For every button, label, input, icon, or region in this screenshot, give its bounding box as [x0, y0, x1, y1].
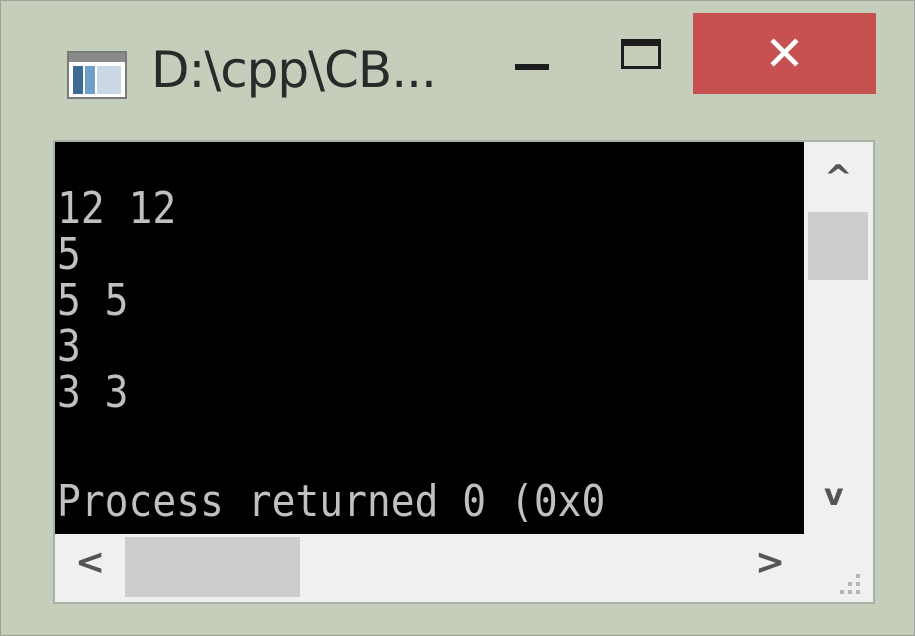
console-line: 5 [57, 229, 81, 280]
close-icon: ✕ [764, 25, 805, 82]
console-line: 3 [57, 321, 81, 372]
scroll-up-icon[interactable]: ^ [824, 158, 853, 198]
console-output[interactable]: 12 12 5 5 5 3 3 3 Process returned 0 (0x… [55, 142, 804, 534]
maximize-icon [621, 39, 661, 69]
horizontal-scroll-thumb[interactable] [125, 537, 300, 597]
console-line: Process returned 0 (0x0 [57, 476, 606, 527]
maximize-button[interactable] [613, 31, 673, 81]
vertical-scroll-thumb[interactable] [808, 212, 868, 280]
close-button[interactable]: ✕ [693, 13, 876, 94]
scroll-left-icon[interactable]: < [75, 542, 105, 583]
horizontal-scrollbar[interactable]: < > [55, 534, 804, 602]
console-line: 5 5 [57, 275, 129, 326]
console-window-icon[interactable] [67, 51, 127, 99]
window-title: D:\cpp\CB... [151, 41, 437, 99]
resize-grip-icon[interactable] [804, 534, 873, 602]
vertical-scrollbar[interactable]: ^ v [804, 142, 873, 534]
scroll-down-icon[interactable]: v [824, 478, 844, 513]
console-line: 3 3 [57, 367, 129, 418]
minimize-button[interactable] [509, 37, 555, 87]
console-window: D:\cpp\CB... ✕ 12 12 5 5 5 3 3 3 Process… [0, 0, 915, 636]
console-line: 12 12 [57, 183, 177, 234]
scroll-right-icon[interactable]: > [755, 542, 785, 583]
